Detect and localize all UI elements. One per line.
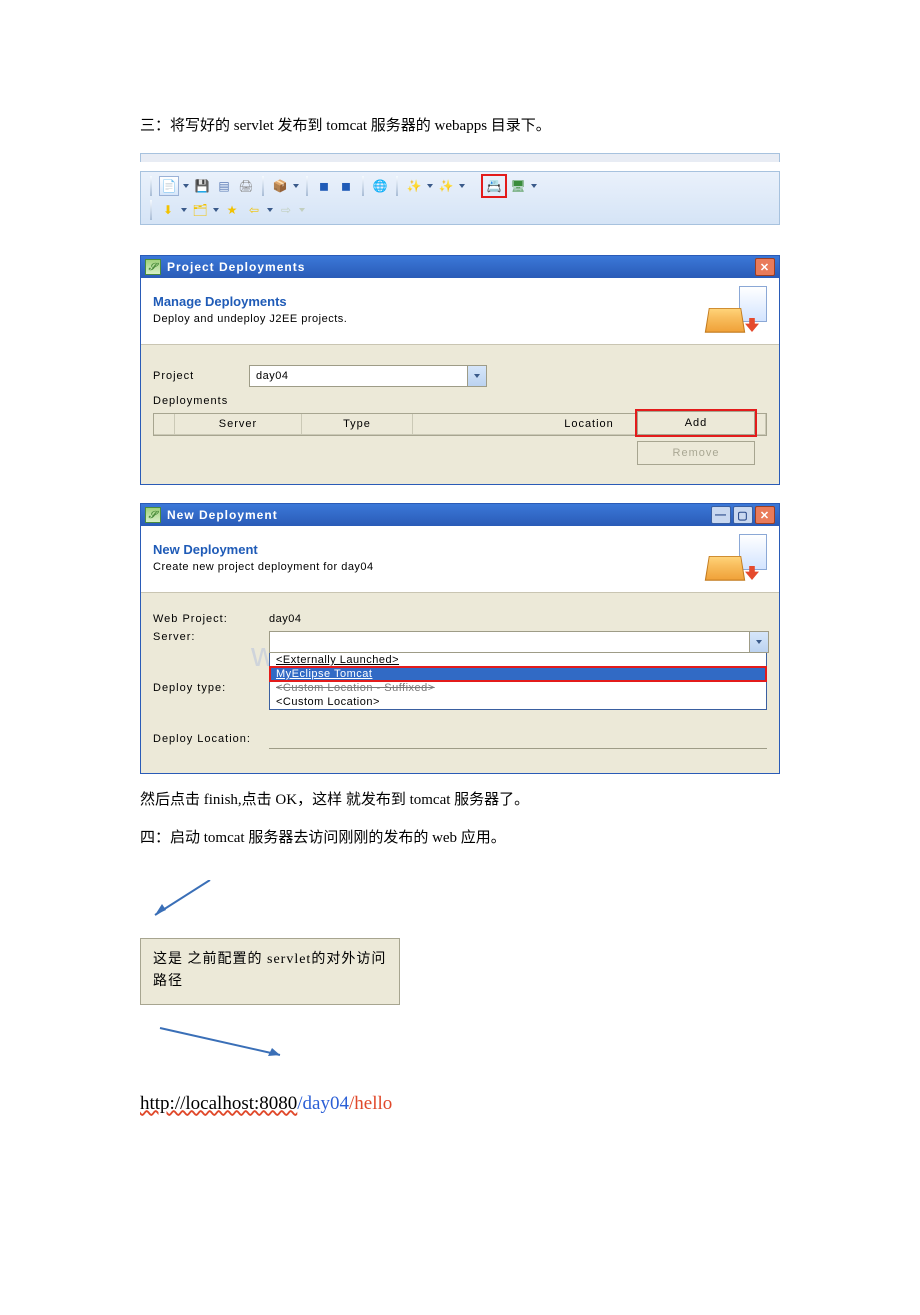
nav-icon[interactable]: 🗂 (191, 201, 209, 219)
server-label: Server: (153, 631, 263, 643)
forward-icon[interactable]: ⇨ (277, 201, 295, 219)
palette-icon: 𝒮 (145, 259, 161, 275)
blue-cube-icon-2[interactable]: ◼ (337, 177, 355, 195)
maximize-icon[interactable]: ▢ (733, 506, 753, 524)
deploy-type-label: Deploy type: (153, 682, 263, 694)
minimize-icon[interactable]: — (711, 506, 731, 524)
new-deployment-dialog: www.bdocx.com 𝒮 New Deployment — ▢ ✕ New… (140, 503, 780, 774)
deployments-label: Deployments (153, 395, 767, 407)
project-select[interactable]: day04 (249, 365, 487, 387)
heading-three: 三：将写好的 servlet 发布到 tomcat 服务器的 webapps 目… (140, 114, 780, 138)
server-option-custom-suffixed[interactable]: <Custom Location - Suffixed> (270, 681, 766, 695)
heading-four: 四：启动 tomcat 服务器去访问刚刚的发布的 web 应用。 (140, 826, 780, 850)
planet-icon[interactable]: 🌐 (371, 177, 389, 195)
callout-wrap: 这是 之前配置的 servlet的对外访问路径 (140, 880, 400, 1063)
server-option-myeclipse[interactable]: MyEclipse Tomcat (270, 667, 766, 681)
star-icon[interactable]: ★ (223, 201, 241, 219)
blue-cube-icon[interactable]: ◼ (315, 177, 333, 195)
server-icon[interactable]: 🖥 (509, 177, 527, 195)
col-type: Type (302, 414, 413, 435)
server-select[interactable] (269, 631, 769, 653)
server-option-custom[interactable]: <Custom Location> (270, 695, 766, 709)
wand-icon[interactable]: ✨ (405, 177, 423, 195)
print-icon[interactable]: 🖨 (237, 177, 255, 195)
close-icon[interactable]: ✕ (755, 258, 775, 276)
url-host: http://localhost:8080 (140, 1093, 297, 1114)
close-icon[interactable]: ✕ (755, 506, 775, 524)
project-value: day04 (250, 370, 467, 382)
banner-heading: New Deployment (153, 542, 707, 557)
deploy-icon[interactable]: 📦 (271, 177, 289, 195)
url-path: /hello (349, 1093, 392, 1114)
deploy-banner-icon (707, 286, 767, 332)
url-line: http://localhost:8080/day04/hello (140, 1093, 780, 1115)
deploy-location-label: Deploy Location: (153, 733, 263, 745)
project-label: Project (153, 370, 243, 382)
web-project-value: day04 (269, 613, 301, 625)
project-deployments-dialog: 𝒮 Project Deployments ✕ Manage Deploymen… (140, 255, 780, 485)
col-server: Server (175, 414, 302, 435)
back-icon[interactable]: ⇦ (245, 201, 263, 219)
after-finish-text: 然后点击 finish,点击 OK，这样 就发布到 tomcat 服务器了。 (140, 788, 780, 812)
wand-2-icon[interactable]: ✨ (437, 177, 455, 195)
deploy-location-field[interactable] (269, 728, 767, 749)
eclipse-toolbar: 📄 💾 ▤ 🖨 📦 ◼ ◼ 🌐 ✨ ✨ 📇 🖥 (140, 171, 780, 225)
dialog-title: Project Deployments (167, 260, 305, 274)
add-button[interactable]: Add (637, 411, 755, 435)
deploy-banner-icon (707, 534, 767, 580)
banner-subtext: Create new project deployment for day04 (153, 561, 707, 573)
banner-heading: Manage Deployments (153, 294, 707, 309)
save-all-icon[interactable]: ▤ (215, 177, 233, 195)
save-icon[interactable]: 💾 (193, 177, 211, 195)
server-options[interactable]: <Externally Launched> MyEclipse Tomcat <… (269, 652, 767, 710)
dialog-title: New Deployment (167, 508, 278, 522)
callout-box: 这是 之前配置的 servlet的对外访问路径 (140, 938, 400, 1005)
web-project-label: Web Project: (153, 613, 263, 625)
down-arrow-icon[interactable]: ⬇ (159, 201, 177, 219)
banner-subtext: Deploy and undeploy J2EE projects. (153, 313, 707, 325)
server-option-external[interactable]: <Externally Launched> (270, 653, 766, 667)
palette-icon: 𝒮 (145, 507, 161, 523)
new-icon[interactable]: 📄 (159, 176, 179, 196)
remove-button[interactable]: Remove (637, 441, 755, 465)
deploy-server-icon[interactable]: 📇 (485, 177, 503, 195)
url-context: /day04 (297, 1093, 349, 1114)
